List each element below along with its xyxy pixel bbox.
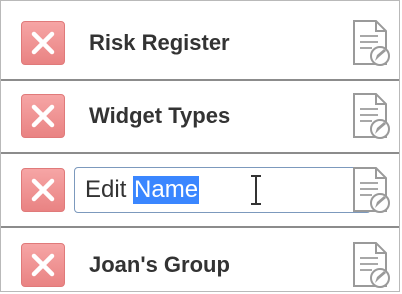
input-text: Edit bbox=[85, 176, 134, 203]
list-item-joans-group[interactable]: Joan's Group bbox=[1, 229, 399, 291]
document-edit-icon bbox=[353, 93, 390, 139]
delete-button[interactable] bbox=[21, 243, 65, 287]
document-edit-icon bbox=[353, 167, 390, 213]
list-item-widget-types[interactable]: Widget Types bbox=[1, 79, 399, 151]
list-item-label: Joan's Group bbox=[89, 252, 230, 277]
text-cursor-icon bbox=[251, 175, 261, 205]
delete-button[interactable] bbox=[21, 94, 65, 138]
document-edit-icon bbox=[353, 20, 390, 66]
close-icon bbox=[31, 104, 55, 128]
list-item-risk-register[interactable]: Risk Register bbox=[1, 7, 399, 79]
list-item-editing[interactable]: Edit Name bbox=[1, 152, 399, 228]
close-icon bbox=[31, 31, 55, 55]
edit-document-button[interactable] bbox=[345, 17, 395, 69]
document-edit-icon bbox=[353, 242, 390, 288]
close-icon bbox=[31, 178, 55, 202]
delete-button[interactable] bbox=[21, 168, 65, 212]
edit-document-button[interactable] bbox=[345, 90, 395, 142]
list-item-label: Widget Types bbox=[89, 103, 231, 128]
delete-button[interactable] bbox=[21, 21, 65, 65]
name-input[interactable]: Edit Name bbox=[74, 167, 371, 213]
group-list: Risk Register Widget Types Edit Name Joa… bbox=[0, 0, 400, 292]
selected-text: Name bbox=[133, 176, 200, 204]
edit-document-button[interactable] bbox=[345, 164, 395, 216]
close-icon bbox=[31, 253, 55, 277]
edit-document-button[interactable] bbox=[345, 239, 395, 291]
list-item-label: Risk Register bbox=[89, 30, 230, 55]
